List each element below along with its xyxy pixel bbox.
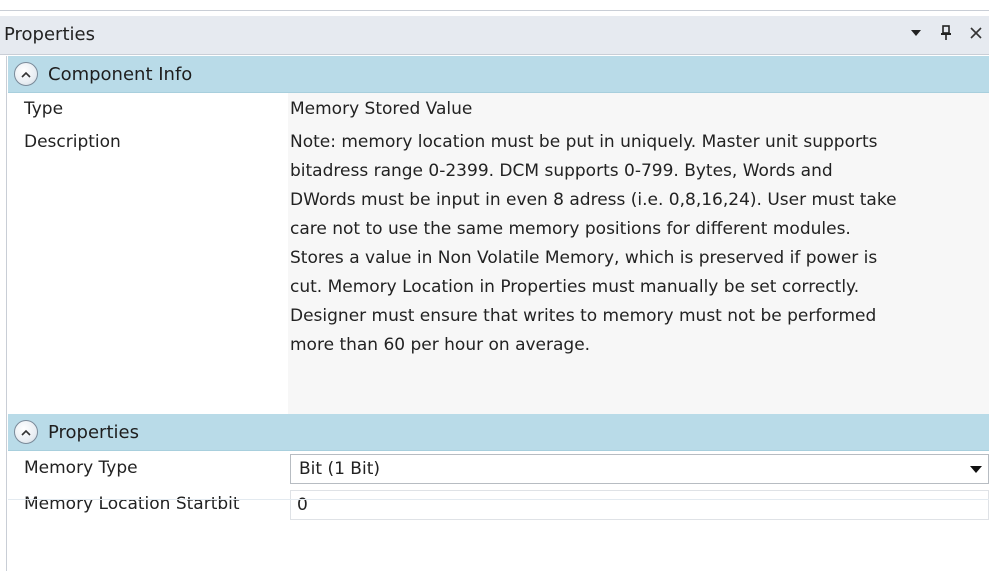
panel-controls [907,22,985,44]
grid-left-border [6,56,7,571]
collapse-icon[interactable] [14,420,38,444]
category-component-info[interactable]: Component Info [8,56,989,93]
description-line: care not to use the same memory position… [290,219,851,239]
property-row-description: Description Note: memory location must b… [8,126,989,414]
description-line: more than 60 per hour on average. [290,335,591,355]
close-icon[interactable] [967,22,985,44]
description-line: Stores a value in Non Volatile Memory, w… [290,248,878,268]
category-properties[interactable]: Properties [8,414,989,451]
select-value: Bit (1 Bit) [299,459,380,479]
description-line: cut. Memory Location in Properties must … [290,277,860,297]
pin-icon[interactable] [937,22,955,44]
description-text: Note: memory location must be put in uni… [288,126,989,414]
grid-bottom-rule [8,499,989,500]
collapse-icon[interactable] [14,62,38,86]
property-name: Memory Type [8,451,288,487]
property-name: Type [8,93,288,126]
panel-title: Properties [4,24,95,45]
property-row-memory-type: Memory Type Bit (1 Bit) [8,451,989,487]
top-divider [0,0,989,11]
category-label: Properties [48,421,139,443]
properties-window: Properties Component Info Type Memory St… [0,0,989,571]
property-value: Memory Stored Value [288,93,989,126]
property-row-memory-location: Memory Location Startbit 0 [8,487,989,523]
description-line: Designer must ensure that writes to memo… [290,306,877,326]
property-name: Description [8,126,288,414]
description-line: Note: memory location must be put in uni… [290,132,878,152]
property-row-type: Type Memory Stored Value [8,93,989,126]
category-label: Component Info [48,63,193,85]
memory-type-select[interactable]: Bit (1 Bit) [290,454,989,484]
description-line: bitadress range 0-2399. DCM supports 0-7… [290,161,833,181]
property-name: Memory Location Startbit [8,487,288,523]
property-grid: Component Info Type Memory Stored Value … [8,56,989,523]
panel-title-bar: Properties [0,16,989,55]
property-value-cell: 0 [288,487,989,523]
dropdown-arrow-icon[interactable] [970,465,982,473]
chevron-down-icon[interactable] [907,22,925,44]
property-value-cell: Bit (1 Bit) [288,451,989,487]
description-line: DWords must be input in even 8 adress (i… [290,190,897,210]
memory-location-input[interactable]: 0 [290,490,989,520]
